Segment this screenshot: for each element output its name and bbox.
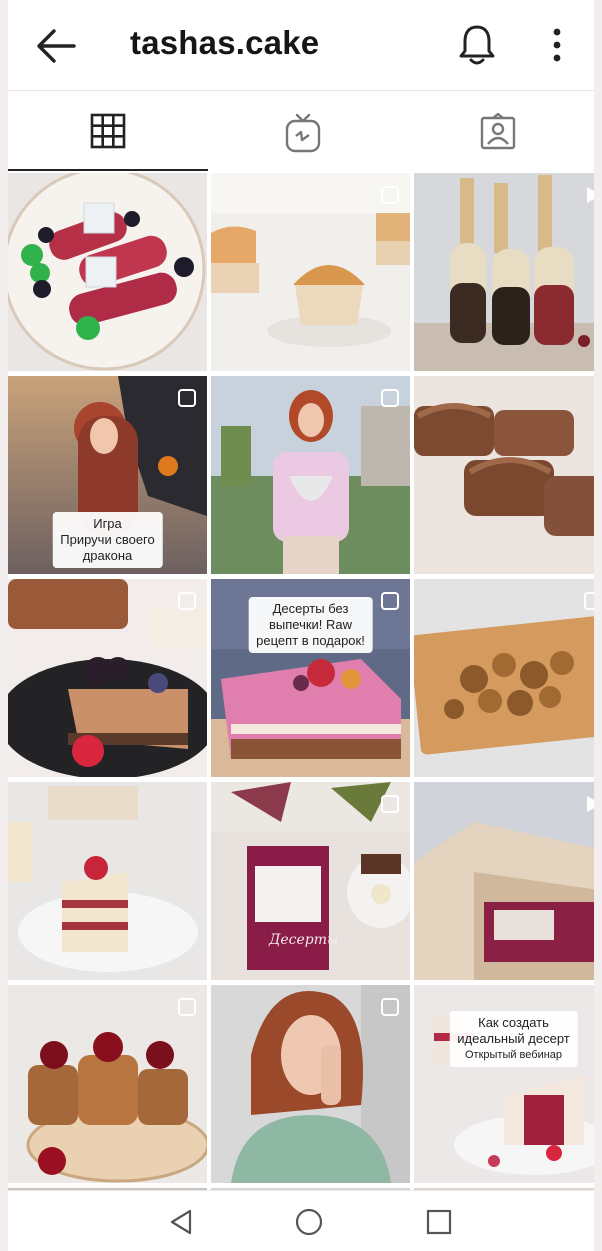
gift-box-image	[414, 782, 594, 980]
tab-tagged[interactable]	[400, 91, 594, 171]
post-overlay-text: Десерты без выпечки! Raw рецепт в подаро…	[248, 597, 373, 653]
post-raw-dessert[interactable]: Десерты без выпечки! Raw рецепт в подаро…	[211, 579, 410, 777]
back-triangle-icon	[170, 1209, 192, 1235]
igtv-icon	[285, 113, 320, 153]
overlay-line: Десерты без	[272, 601, 349, 616]
post-overlay-text: Игра Приручи своего дракона	[52, 512, 163, 568]
carousel-badge-icon	[381, 795, 399, 813]
post-chocolate-bars[interactable]	[414, 376, 594, 574]
carousel-badge-icon	[178, 389, 196, 407]
carousel-badge-icon	[381, 998, 399, 1016]
post-desserts-book[interactable]: Десерты	[211, 782, 410, 980]
post-gift-box[interactable]	[414, 782, 594, 980]
overlay-line: дракона	[82, 548, 133, 563]
overlay-line: Открытый вебинар	[464, 1049, 563, 1061]
page-title: tashas.cake	[130, 24, 320, 61]
grid-icon	[90, 113, 125, 149]
bell-icon	[459, 25, 495, 65]
post-woman-portrait[interactable]	[211, 985, 410, 1183]
overlay-line: Как создать	[478, 1015, 549, 1030]
carousel-badge-icon	[178, 592, 196, 610]
post-woman-outdoors[interactable]	[211, 376, 410, 574]
carousel-badge-icon	[381, 186, 399, 204]
carousel-badge-icon	[178, 998, 196, 1016]
overlay-line: выпечки! Raw	[268, 617, 353, 632]
system-home-button[interactable]	[294, 1207, 324, 1237]
post-overlay-text: Как создать идеальный десерт Открытый ве…	[449, 1011, 578, 1067]
post-frozen-bananas[interactable]	[414, 173, 594, 371]
post-layer-cake-slice[interactable]	[8, 782, 207, 980]
post-popsicles[interactable]	[8, 173, 207, 371]
carousel-badge-icon	[584, 592, 594, 610]
popsicles-image	[8, 173, 207, 371]
active-tab-indicator	[8, 169, 208, 171]
post-candied-nuts[interactable]	[414, 579, 594, 777]
carousel-badge-icon	[381, 389, 399, 407]
phone-screen: tashas.cake Игра Приручи своего дракона …	[8, 0, 594, 1251]
profile-tabs	[8, 91, 594, 171]
layer-cake-slice-image	[8, 782, 207, 980]
profile-header: tashas.cake	[8, 0, 594, 91]
overlay-line: идеальный десерт	[457, 1031, 570, 1046]
notifications-button[interactable]	[456, 22, 498, 68]
back-button[interactable]	[34, 26, 78, 66]
more-options-button[interactable]	[544, 24, 570, 66]
chocolate-bars-image	[414, 376, 594, 574]
video-badge-icon	[587, 187, 594, 203]
post-dragon-game[interactable]: Игра Приручи своего дракона	[8, 376, 207, 574]
post-webinar[interactable]: Как создать идеальный десерт Открытый ве…	[414, 985, 594, 1183]
carousel-badge-icon	[381, 592, 399, 610]
tagged-user-icon	[480, 113, 515, 150]
overlay-line: Игра	[93, 516, 122, 531]
system-navigation-bar	[8, 1190, 594, 1251]
system-recents-button[interactable]	[424, 1207, 454, 1237]
candied-nuts-image	[414, 579, 594, 777]
video-badge-icon	[587, 796, 594, 812]
overlay-line: Приручи своего	[60, 532, 155, 547]
post-chocolate-cheesecake[interactable]	[8, 579, 207, 777]
more-vertical-icon	[553, 28, 561, 62]
system-back-button[interactable]	[166, 1207, 196, 1237]
tab-grid[interactable]	[10, 91, 205, 171]
tab-igtv[interactable]	[205, 91, 400, 171]
frozen-bananas-image	[414, 173, 594, 371]
arrow-left-icon	[37, 29, 76, 63]
home-circle-icon	[295, 1208, 323, 1236]
recents-square-icon	[426, 1209, 452, 1235]
overlay-line: рецепт в подарок!	[256, 633, 365, 648]
posts-grid: Игра Приручи своего дракона Десерты без …	[8, 173, 594, 1194]
post-cherry-cupcakes[interactable]	[8, 985, 207, 1183]
post-muffins[interactable]	[211, 173, 410, 371]
book-title-text: Десерты	[269, 932, 339, 948]
